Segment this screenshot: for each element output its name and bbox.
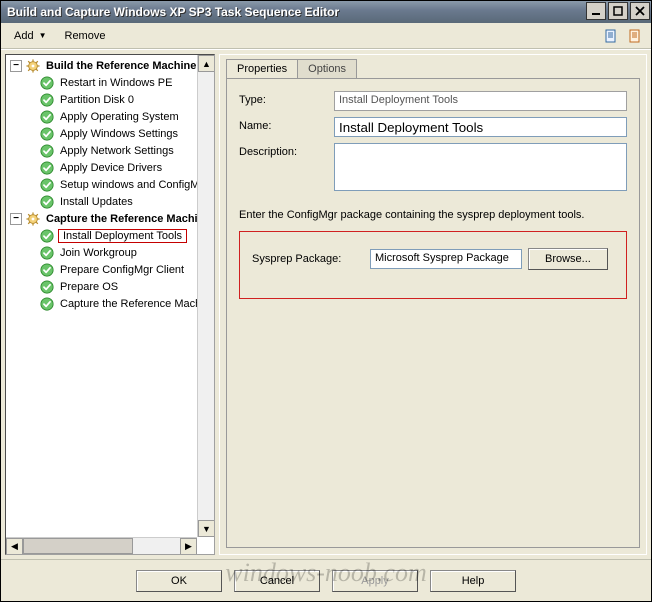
scroll-thumb[interactable]: [23, 538, 133, 554]
gear-icon: [26, 212, 40, 226]
help-button[interactable]: Help: [430, 570, 516, 592]
tree-item-label: Join Workgroup: [58, 247, 139, 259]
collapse-icon[interactable]: −: [10, 213, 22, 225]
close-icon: [635, 6, 645, 16]
scroll-down-icon[interactable]: ▼: [198, 520, 215, 537]
description-input[interactable]: [334, 143, 627, 191]
vertical-scrollbar[interactable]: ▲ ▼: [197, 55, 214, 537]
tree-item-label: Install Deployment Tools: [58, 229, 187, 243]
collapse-icon[interactable]: −: [10, 60, 22, 72]
remove-label: Remove: [65, 30, 106, 42]
ok-button[interactable]: OK: [136, 570, 222, 592]
tree-group-label: Capture the Reference Machine: [44, 213, 212, 225]
properties-panel: Properties Options Type: Install Deploym…: [219, 54, 647, 555]
check-icon: [40, 144, 54, 158]
tree-item-label: Apply Windows Settings: [58, 128, 180, 140]
move-down-button[interactable]: [625, 26, 645, 46]
name-input[interactable]: [334, 117, 627, 137]
tree-group[interactable]: − Build the Reference Machine: [6, 57, 214, 74]
tree-item-label: Install Updates: [58, 196, 135, 208]
tree-item-label: Prepare OS: [58, 281, 120, 293]
tree-item[interactable]: Partition Disk 0: [6, 91, 214, 108]
description-label: Description:: [239, 143, 334, 158]
tree-item[interactable]: Join Workgroup: [6, 244, 214, 261]
tab-properties[interactable]: Properties: [226, 59, 298, 78]
tab-options[interactable]: Options: [297, 59, 357, 78]
tree-item[interactable]: Apply Device Drivers: [6, 159, 214, 176]
horizontal-scrollbar[interactable]: ◀ ▶: [6, 537, 197, 554]
name-label: Name:: [239, 117, 334, 132]
check-icon: [40, 263, 54, 277]
dialog-footer: OK Cancel Apply Help: [1, 559, 651, 601]
sysprep-highlight-box: Sysprep Package: Microsoft Sysprep Packa…: [239, 231, 627, 299]
scroll-right-icon[interactable]: ▶: [180, 538, 197, 555]
check-icon: [40, 280, 54, 294]
window-title: Build and Capture Windows XP SP3 Task Se…: [7, 5, 585, 19]
scroll-up-icon[interactable]: ▲: [198, 55, 215, 72]
sysprep-label: Sysprep Package:: [252, 253, 364, 265]
check-icon: [40, 110, 54, 124]
check-icon: [40, 178, 54, 192]
add-label: Add: [14, 30, 34, 42]
tree-item-label: Setup windows and ConfigMgr: [58, 179, 211, 191]
check-icon: [40, 297, 54, 311]
check-icon: [40, 127, 54, 141]
tab-strip: Properties Options: [220, 55, 646, 78]
check-icon: [40, 246, 54, 260]
tree-item[interactable]: Prepare ConfigMgr Client: [6, 261, 214, 278]
tree-item[interactable]: Install Updates: [6, 193, 214, 210]
move-up-button[interactable]: [601, 26, 621, 46]
tree-item[interactable]: Restart in Windows PE: [6, 74, 214, 91]
browse-button[interactable]: Browse...: [528, 248, 608, 270]
type-field: Install Deployment Tools: [334, 91, 627, 111]
body: − Build the Reference Machine Restart in W…: [1, 49, 651, 559]
add-button[interactable]: Add ▼: [7, 27, 54, 45]
tree-item[interactable]: Install Deployment Tools: [6, 227, 214, 244]
check-icon: [40, 195, 54, 209]
tree-item[interactable]: Apply Windows Settings: [6, 125, 214, 142]
check-icon: [40, 229, 54, 243]
tree-item-label: Restart in Windows PE: [58, 77, 174, 89]
tree-item[interactable]: Apply Operating System: [6, 108, 214, 125]
apply-button[interactable]: Apply: [332, 570, 418, 592]
maximize-icon: [613, 6, 623, 16]
check-icon: [40, 161, 54, 175]
instruction-text: Enter the ConfigMgr package containing t…: [239, 209, 627, 221]
tree-group-label: Build the Reference Machine: [44, 60, 198, 72]
sysprep-package-field: Microsoft Sysprep Package: [370, 249, 522, 269]
check-icon: [40, 76, 54, 90]
minimize-icon: [591, 6, 601, 16]
title-bar: Build and Capture Windows XP SP3 Task Se…: [1, 1, 651, 23]
tree-group[interactable]: − Capture the Reference Machine: [6, 210, 214, 227]
editor-window: Build and Capture Windows XP SP3 Task Se…: [0, 0, 652, 602]
minimize-button[interactable]: [586, 2, 606, 20]
chevron-down-icon: ▼: [39, 31, 47, 40]
tree-item-label: Partition Disk 0: [58, 94, 136, 106]
toolbar: Add ▼ Remove: [1, 23, 651, 49]
tree-item-label: Apply Device Drivers: [58, 162, 164, 174]
sheet-orange-icon: [627, 28, 643, 44]
tree-item[interactable]: Prepare OS: [6, 278, 214, 295]
scroll-left-icon[interactable]: ◀: [6, 538, 23, 555]
cancel-button[interactable]: Cancel: [234, 570, 320, 592]
maximize-button[interactable]: [608, 2, 628, 20]
tree-item-label: Prepare ConfigMgr Client: [58, 264, 186, 276]
tree-item-label: Capture the Reference Machine: [58, 298, 215, 310]
tree-item[interactable]: Capture the Reference Machine: [6, 295, 214, 312]
gear-icon: [26, 59, 40, 73]
task-sequence-tree[interactable]: − Build the Reference Machine Restart in W…: [5, 54, 215, 555]
tree-item[interactable]: Setup windows and ConfigMgr: [6, 176, 214, 193]
window-controls: [585, 1, 651, 23]
tab-content: Type: Install Deployment Tools Name: Des…: [226, 78, 640, 548]
type-label: Type:: [239, 91, 334, 106]
tree-item-label: Apply Operating System: [58, 111, 181, 123]
close-button[interactable]: [630, 2, 650, 20]
sheet-blue-icon: [603, 28, 619, 44]
tree-item[interactable]: Apply Network Settings: [6, 142, 214, 159]
remove-button[interactable]: Remove: [58, 27, 113, 45]
tree-item-label: Apply Network Settings: [58, 145, 176, 157]
check-icon: [40, 93, 54, 107]
